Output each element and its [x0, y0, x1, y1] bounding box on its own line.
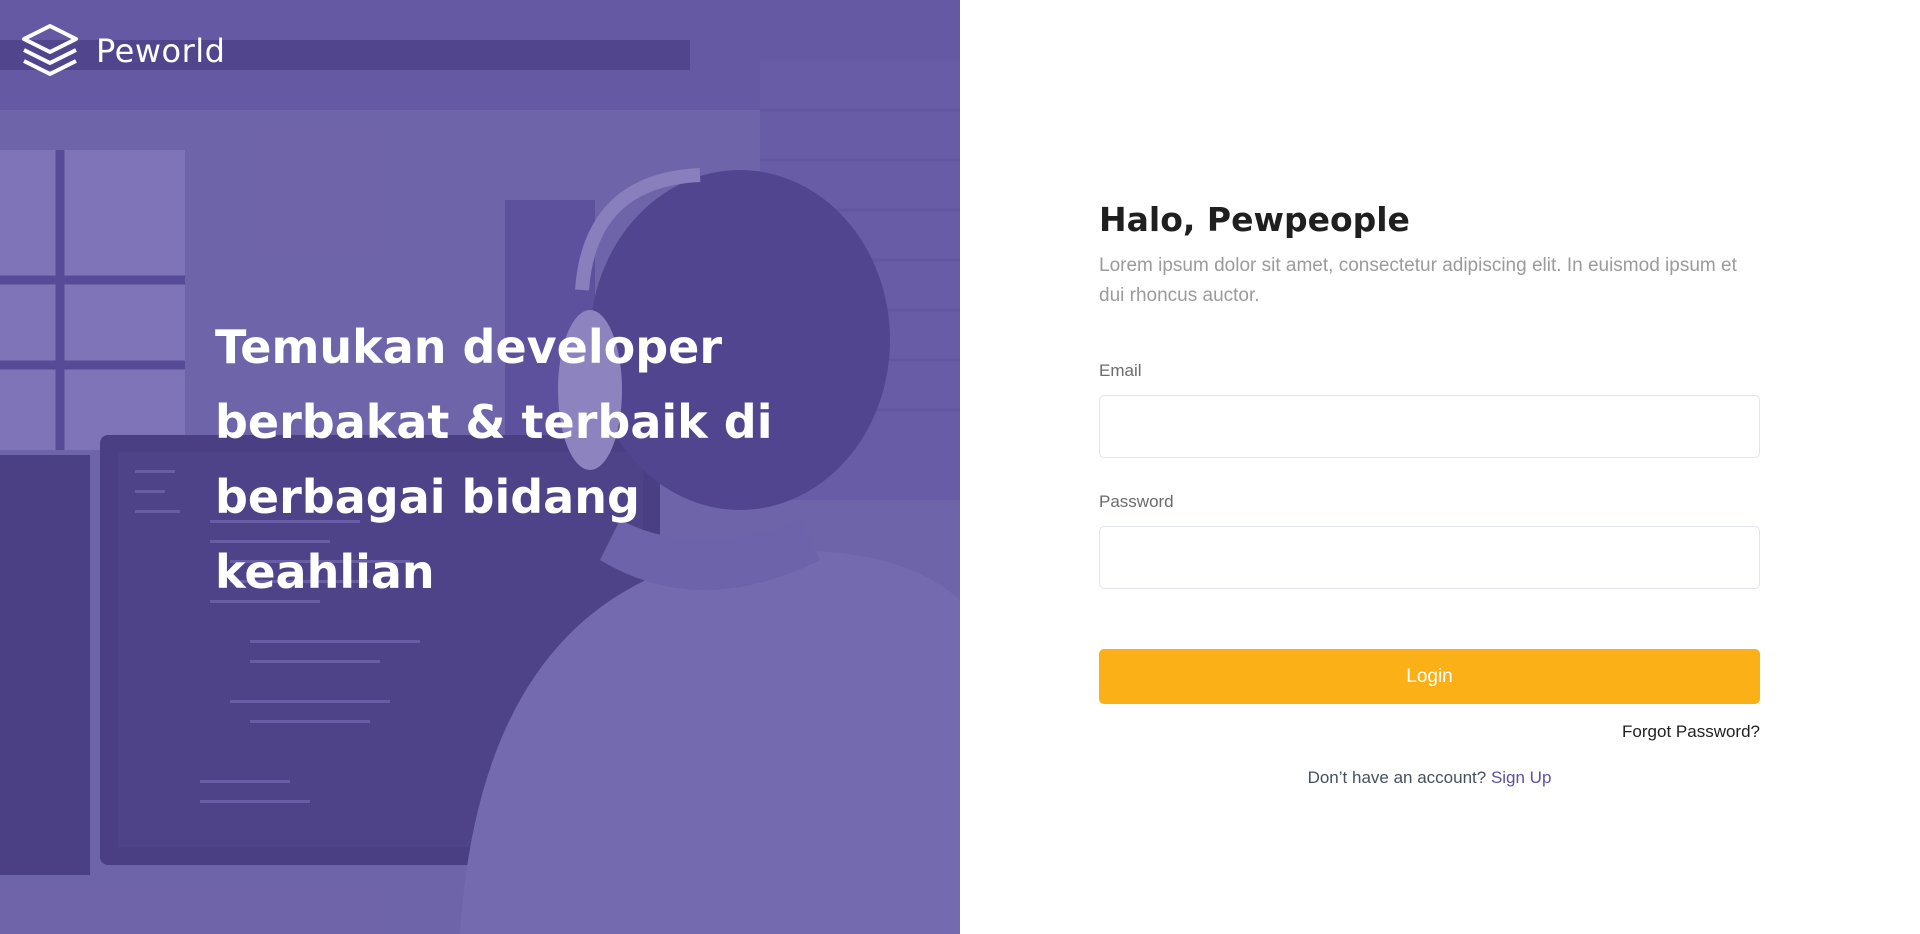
login-button[interactable]: Login: [1099, 649, 1760, 704]
signup-link[interactable]: Sign Up: [1491, 768, 1551, 787]
login-form: Halo, Pewpeople Lorem ipsum dolor sit am…: [1099, 200, 1760, 788]
signup-prompt: Don’t have an account?: [1307, 768, 1491, 787]
layers-icon: [22, 24, 78, 76]
email-field[interactable]: [1099, 395, 1760, 458]
login-greeting: Halo, Pewpeople: [1099, 200, 1410, 239]
login-description: Lorem ipsum dolor sit amet, consectetur …: [1099, 255, 1737, 306]
brand-name: Peworld: [96, 32, 226, 70]
password-label: Password: [1099, 492, 1174, 511]
password-field[interactable]: [1099, 526, 1760, 589]
login-page: Peworld Temukan developer berbakat & ter…: [0, 0, 1920, 934]
hero-panel: Peworld Temukan developer berbakat & ter…: [0, 0, 960, 934]
login-panel: Halo, Pewpeople Lorem ipsum dolor sit am…: [960, 0, 1920, 934]
hero-headline: Temukan developer berbakat & terbaik di …: [215, 320, 773, 599]
email-label: Email: [1099, 361, 1142, 380]
brand-logo[interactable]: Peworld: [20, 22, 225, 80]
forgot-password-link[interactable]: Forgot Password?: [1099, 722, 1760, 742]
signup-row: Don’t have an account? Sign Up: [1099, 768, 1760, 788]
